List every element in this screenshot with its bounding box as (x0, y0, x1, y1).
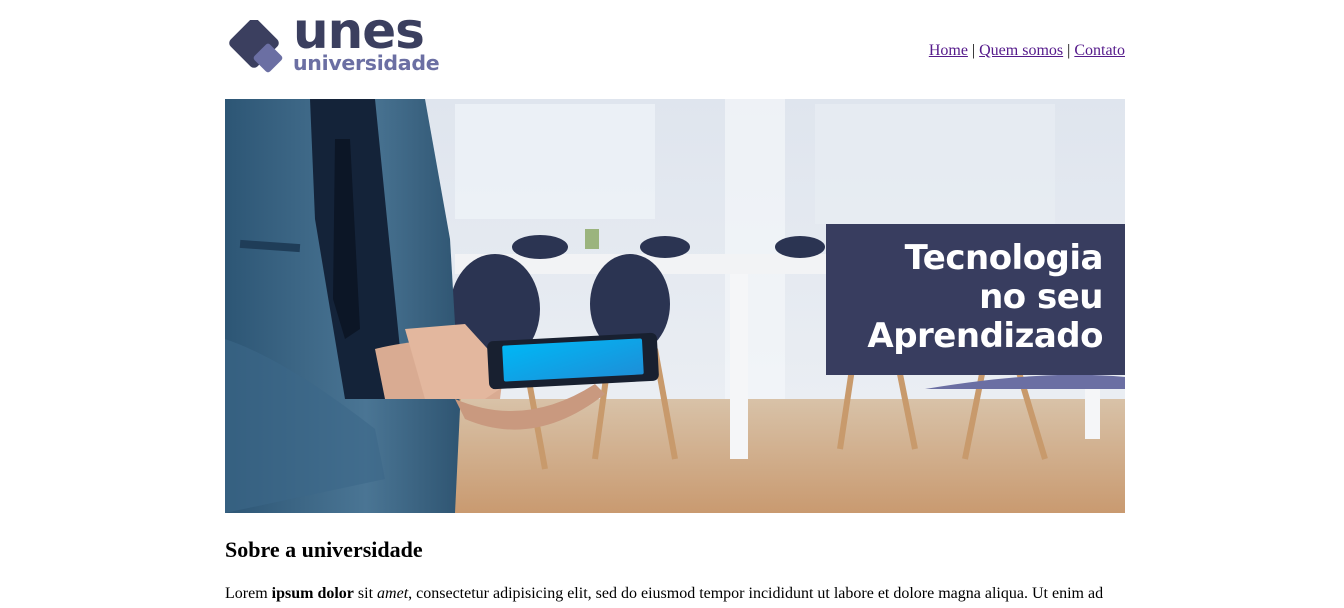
nav-link-about[interactable]: Quem somos (979, 42, 1063, 59)
banner-line-2: no seu (979, 277, 1103, 317)
site-header: unes universidade Home | Quem somos | Co… (225, 0, 1125, 99)
nav-link-home[interactable]: Home (929, 42, 968, 59)
paragraph-text: sit (353, 585, 378, 602)
paragraph-italic: amet (377, 585, 409, 602)
section-paragraph: Lorem ipsum dolor sit amet, consectetur … (225, 584, 1125, 604)
hero-banner: Tecnologia no seu Aprendizado (225, 99, 1125, 513)
logo-diamond-icon (229, 20, 283, 73)
paragraph-bold: ipsum dolor (271, 585, 354, 602)
paragraph-text: , consectetur adipisicing elit, sed do e… (408, 585, 1104, 602)
section-heading: Sobre a universidade (225, 537, 423, 562)
banner-line-1: Tecnologia (904, 238, 1104, 278)
logo-title: unes (293, 2, 425, 60)
page-container: unes universidade Home | Quem somos | Co… (225, 0, 1125, 602)
nav-link-contact[interactable]: Contato (1074, 42, 1125, 59)
nav-separator: | (1067, 42, 1071, 59)
banner-line-3: Aprendizado (867, 316, 1103, 356)
logo[interactable]: unes universidade (225, 6, 440, 78)
main-nav: Home | Quem somos | Contato (929, 41, 1125, 61)
paragraph-text: Lorem (225, 585, 272, 602)
banner-caption: Tecnologia no seu Aprendizado (826, 224, 1125, 375)
nav-separator: | (971, 42, 976, 59)
logo-subtitle: universidade (293, 51, 440, 75)
